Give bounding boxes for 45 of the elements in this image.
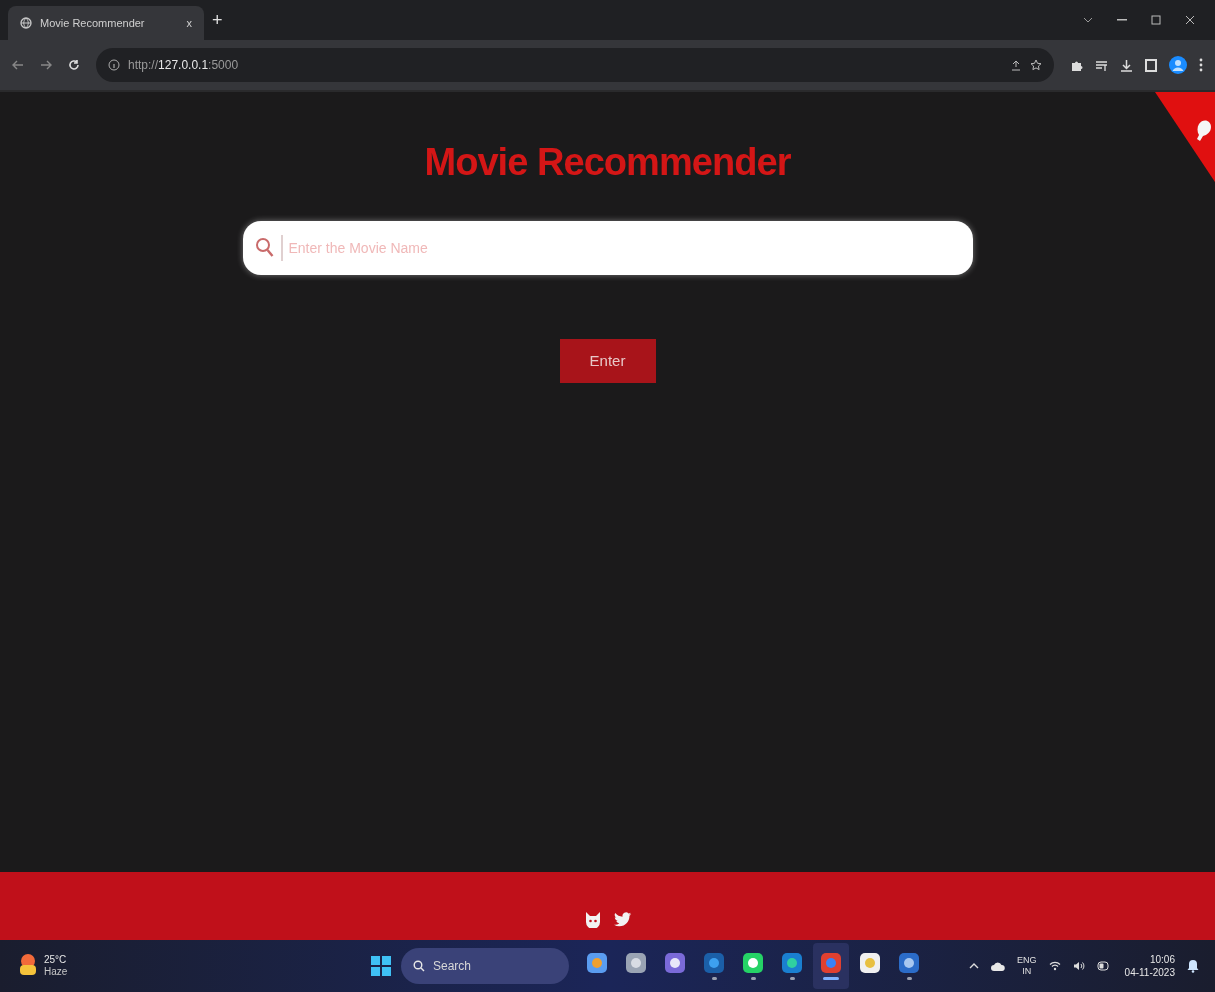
restore-icon[interactable] (1151, 15, 1161, 25)
tab-close-button[interactable]: x (186, 14, 192, 32)
clock-time[interactable]: 10:06 (1149, 953, 1175, 966)
url-text: http://127.0.0.1:5000 (128, 57, 239, 74)
search-icon (254, 237, 275, 259)
cloud-icon[interactable] (991, 961, 1006, 971)
star-icon[interactable] (1030, 59, 1042, 71)
wifi-icon[interactable] (1048, 961, 1061, 971)
new-tab-button[interactable]: + (212, 7, 223, 34)
close-icon[interactable] (1185, 15, 1195, 25)
notification-bell-icon[interactable] (1187, 959, 1199, 973)
cat-icon[interactable] (583, 910, 602, 928)
side-panel-icon[interactable] (1145, 58, 1157, 72)
chevron-down-icon[interactable] (1083, 17, 1093, 23)
playlist-icon[interactable] (1095, 58, 1108, 72)
tab-title: Movie Recommender (40, 15, 146, 31)
enter-button[interactable]: Enter (559, 339, 656, 383)
taskbar-search-field[interactable]: Search (401, 948, 569, 984)
temperature-text: 25°C (44, 954, 68, 966)
profile-avatar-icon[interactable] (1169, 56, 1187, 74)
address-bar[interactable]: http://127.0.0.1:5000 (96, 48, 1054, 82)
back-icon[interactable] (12, 60, 24, 70)
download-icon[interactable] (1120, 58, 1133, 72)
speaker-icon[interactable] (1072, 961, 1085, 971)
chevron-up-icon[interactable] (969, 963, 980, 969)
search-icon (413, 960, 425, 972)
weather-condition-text: Haze (44, 966, 68, 978)
language-text[interactable]: ENG (1017, 955, 1037, 966)
minimize-icon[interactable] (1117, 19, 1127, 21)
battery-icon[interactable] (1096, 961, 1109, 971)
reload-icon[interactable] (68, 59, 80, 71)
menu-icon[interactable] (1199, 58, 1203, 72)
windows-start-icon[interactable] (371, 956, 391, 976)
twitter-icon[interactable] (613, 912, 632, 928)
forward-icon[interactable] (40, 60, 52, 70)
globe-icon (20, 17, 32, 29)
corner-ribbon-icon[interactable] (1155, 92, 1215, 182)
movie-name-input[interactable]: Enter the Movie Name (242, 221, 973, 275)
clock-date[interactable]: 04-11-2023 (1124, 966, 1175, 979)
region-text[interactable]: IN (1022, 966, 1032, 977)
info-icon (108, 59, 120, 71)
page-title: Movie Recommender (424, 140, 791, 185)
browser-tab[interactable]: Movie Recommender x (8, 6, 204, 40)
share-icon[interactable] (1010, 59, 1022, 71)
search-label: Search (433, 958, 472, 975)
